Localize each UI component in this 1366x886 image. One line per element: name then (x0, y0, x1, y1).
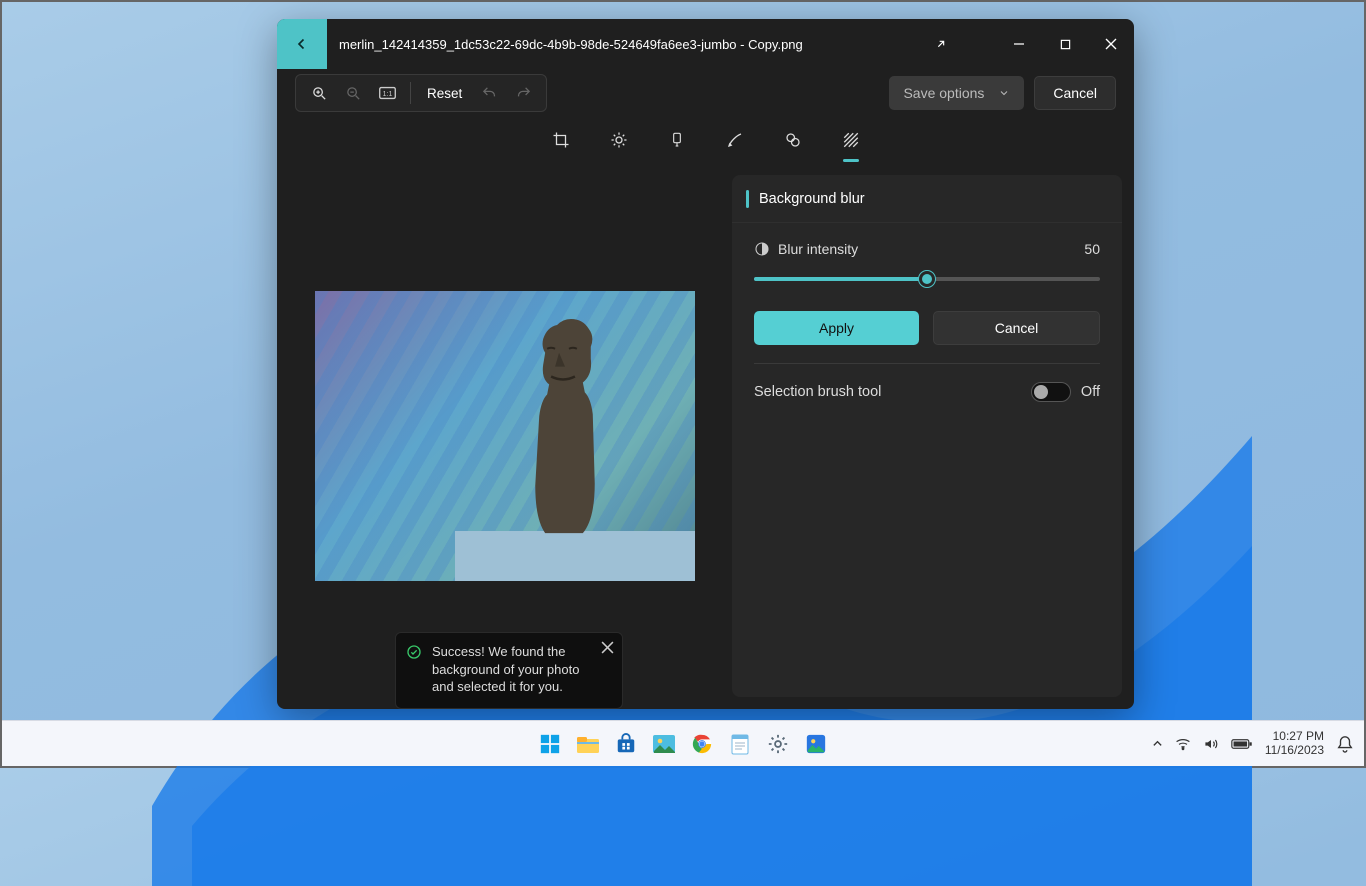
accent-bar (746, 190, 749, 208)
crop-tab[interactable] (547, 120, 575, 160)
save-label: Save options (903, 85, 984, 101)
volume-icon[interactable] (1203, 737, 1219, 751)
toolbar-separator (410, 82, 411, 104)
panel-buttons: Apply Cancel (754, 311, 1100, 345)
check-circle-icon (406, 644, 422, 660)
toolbar: 1:1 Reset Save options Cancel (277, 69, 1134, 117)
reset-button[interactable]: Reset (417, 76, 472, 110)
blur-icon (754, 241, 770, 257)
cancel-button[interactable]: Cancel (1034, 76, 1116, 110)
save-options-button[interactable]: Save options (889, 76, 1024, 110)
redo-button (506, 76, 540, 110)
tray-overflow-icon[interactable] (1152, 738, 1163, 749)
titlebar: merlin_142414359_1dc53c22-69dc-4b9b-98de… (277, 19, 1134, 69)
svg-text:1:1: 1:1 (382, 91, 392, 98)
zoom-in-button[interactable] (302, 76, 336, 110)
clock[interactable]: 10:27 PM 11/16/2023 (1265, 730, 1324, 758)
panel-header: Background blur (732, 175, 1122, 223)
toast-text: Success! We found the background of your… (432, 644, 579, 694)
apply-button[interactable]: Apply (754, 311, 919, 345)
panel-divider (754, 363, 1100, 364)
taskbar-apps (536, 730, 830, 758)
retouch-tab[interactable] (779, 120, 807, 160)
open-external-icon[interactable] (918, 19, 964, 69)
microsoft-store-icon[interactable] (612, 730, 640, 758)
filter-tab[interactable] (663, 120, 691, 160)
minimize-button[interactable] (996, 19, 1042, 69)
zoom-out-button (336, 76, 370, 110)
photos-editor-window: merlin_142414359_1dc53c22-69dc-4b9b-98de… (277, 19, 1134, 709)
blur-intensity-row: Blur intensity 50 (754, 241, 1100, 257)
file-explorer-icon[interactable] (574, 730, 602, 758)
content-area: Background blur Blur intensity 50 Apply … (277, 163, 1134, 709)
settings-icon[interactable] (764, 730, 792, 758)
fit-to-screen-button[interactable]: 1:1 (370, 76, 404, 110)
blur-label: Blur intensity (778, 241, 858, 257)
success-toast: Success! We found the background of your… (395, 632, 623, 709)
blur-value: 50 (1084, 241, 1100, 257)
notifications-icon[interactable] (1336, 734, 1354, 754)
preview-subject-statue (515, 319, 615, 547)
wifi-icon[interactable] (1175, 737, 1191, 751)
image-preview[interactable] (315, 291, 695, 581)
undo-button (472, 76, 506, 110)
start-button[interactable] (536, 730, 564, 758)
taskbar: 10:27 PM 11/16/2023 (2, 720, 1364, 766)
panel-cancel-button[interactable]: Cancel (933, 311, 1100, 345)
toast-close-icon[interactable] (601, 641, 614, 654)
photos-icon[interactable] (802, 730, 830, 758)
clock-time: 10:27 PM (1265, 730, 1324, 744)
background-tab[interactable] (837, 120, 865, 160)
selection-brush-row: Selection brush tool Off (732, 382, 1122, 402)
clock-date: 11/16/2023 (1265, 744, 1324, 758)
back-button[interactable] (277, 19, 327, 69)
toggle-label: Selection brush tool (754, 384, 881, 400)
canvas-area (277, 163, 732, 709)
zoom-toolbar: 1:1 Reset (295, 74, 547, 112)
toggle-state: Off (1081, 384, 1100, 400)
adjust-tab[interactable] (605, 120, 633, 160)
battery-icon[interactable] (1231, 737, 1253, 751)
chrome-icon[interactable] (688, 730, 716, 758)
maximize-button[interactable] (1042, 19, 1088, 69)
window-title: merlin_142414359_1dc53c22-69dc-4b9b-98de… (339, 37, 918, 52)
notepad-icon[interactable] (726, 730, 754, 758)
blur-slider[interactable] (754, 265, 1100, 293)
markup-tab[interactable] (721, 120, 749, 160)
chevron-down-icon (998, 87, 1010, 99)
panel-title-text: Background blur (759, 191, 865, 207)
selection-brush-toggle[interactable] (1031, 382, 1071, 402)
edit-mode-tabs (277, 117, 1134, 163)
close-button[interactable] (1088, 19, 1134, 69)
taskbar-tray: 10:27 PM 11/16/2023 (1152, 730, 1354, 758)
photos-legacy-icon[interactable] (650, 730, 678, 758)
background-blur-panel: Background blur Blur intensity 50 Apply … (732, 175, 1122, 697)
